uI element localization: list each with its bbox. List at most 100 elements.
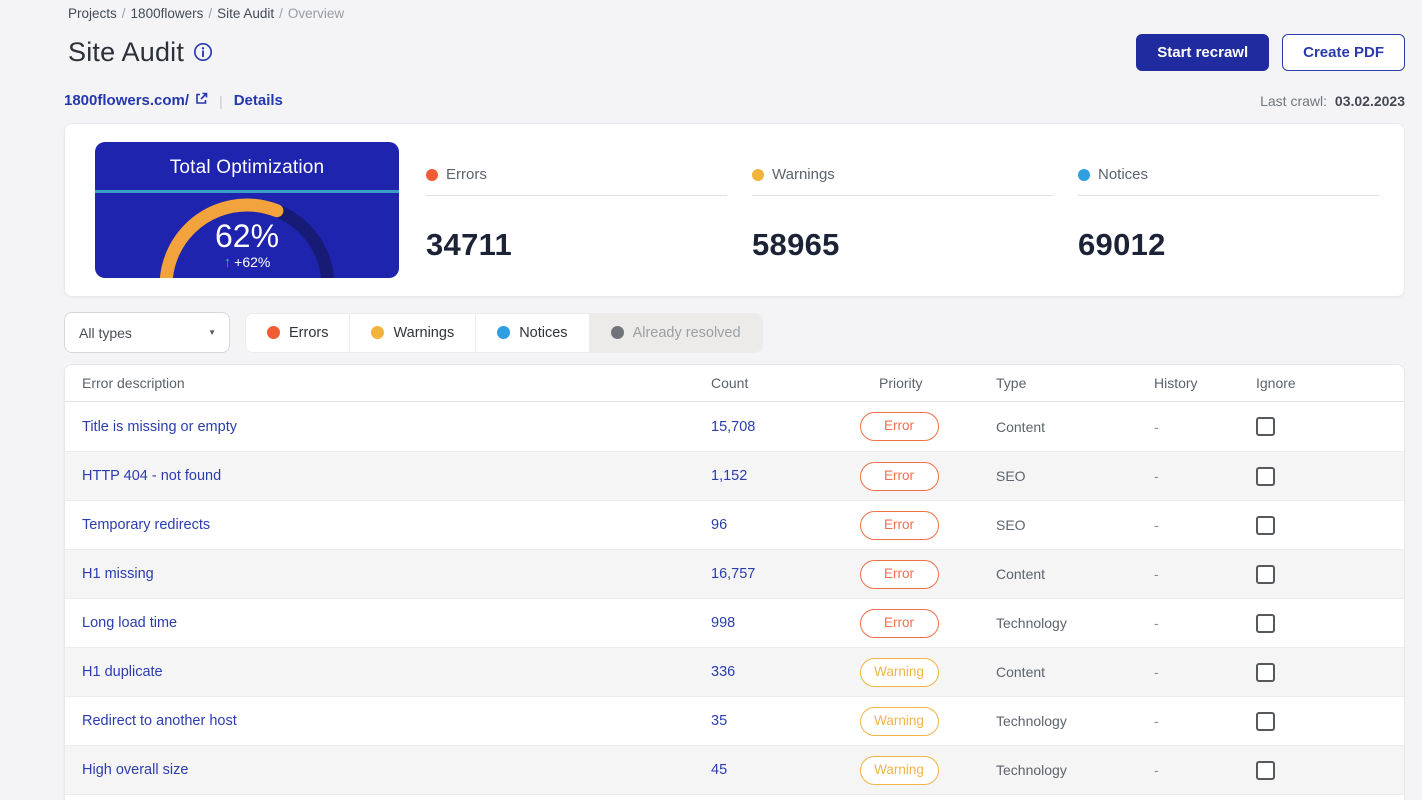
title-actions: Start recrawl Create PDF xyxy=(1136,33,1405,71)
ignore-checkbox[interactable] xyxy=(1256,417,1275,436)
ignore-checkbox[interactable] xyxy=(1256,515,1275,535)
history-cell: - xyxy=(1154,418,1159,435)
count-link[interactable]: 16,757 xyxy=(711,566,755,582)
pipe-separator: | xyxy=(219,92,223,109)
history-cell: - xyxy=(1154,517,1159,533)
count-link[interactable]: 998 xyxy=(711,615,735,631)
title-row: Site Audit Start recrawl Create PDF xyxy=(68,32,1405,72)
summary-card: Total Optimization 62% ↑ +62% Errors 3471… xyxy=(64,123,1405,297)
count-link[interactable]: 96 xyxy=(711,517,727,533)
external-link-icon xyxy=(195,92,208,109)
error-description-link[interactable]: Temporary redirects xyxy=(82,517,210,533)
gauge-change-value: +62% xyxy=(234,254,271,270)
type-cell: Content xyxy=(996,566,1046,582)
last-crawl: Last crawl: 03.02.2023 xyxy=(1260,93,1405,109)
table-row: H1 missing 16,757 Error Content - xyxy=(65,549,1404,598)
history-cell: - xyxy=(1154,468,1159,484)
issues-table: Error description Count Priority Type Hi… xyxy=(64,364,1405,800)
type-cell: SEO xyxy=(996,468,1026,484)
count-link[interactable]: 45 xyxy=(711,762,727,778)
table-row: High overall size 45 Warning Technology … xyxy=(65,745,1404,794)
errors-dot-icon xyxy=(426,168,438,181)
ignore-checkbox[interactable] xyxy=(1256,711,1275,731)
filter-row: All types ▼ Errors Warnings Notices Alre… xyxy=(64,312,1405,353)
error-description-link[interactable]: High overall size xyxy=(82,762,188,778)
ignore-checkbox[interactable] xyxy=(1256,613,1275,633)
ignore-checkbox[interactable] xyxy=(1256,564,1275,584)
error-description-link[interactable]: Title is missing or empty xyxy=(82,419,237,435)
priority-badge: Warning xyxy=(859,755,939,785)
status-tabs: Errors Warnings Notices Already resolved xyxy=(245,312,763,353)
error-description-link[interactable]: HTTP 404 - not found xyxy=(82,468,221,484)
count-link[interactable]: 15,708 xyxy=(711,419,755,435)
breadcrumb-projects[interactable]: Projects xyxy=(68,6,117,21)
table-row: HTTP 404 - not found 1,152 Error SEO - xyxy=(65,451,1404,500)
chevron-down-icon: ▼ xyxy=(208,328,216,337)
history-cell: - xyxy=(1154,664,1159,680)
table-row: Long load time 998 Error Technology - xyxy=(65,598,1404,647)
type-cell: SEO xyxy=(996,517,1026,533)
count-link[interactable]: 35 xyxy=(711,713,727,729)
resolved-dot-icon xyxy=(610,326,624,339)
table-body: Title is missing or empty 15,708 Error C… xyxy=(65,402,1404,800)
table-row: H1 duplicate 336 Warning Content - xyxy=(65,647,1404,696)
up-arrow-icon: ↑ xyxy=(223,254,232,271)
col-header-type: Type xyxy=(996,375,1027,391)
breadcrumb: Projects / 1800flowers / Site Audit / Overview xyxy=(68,0,1405,21)
type-cell: Technology xyxy=(996,762,1067,778)
table-row: Warning xyxy=(65,794,1404,800)
tab-label: Errors xyxy=(289,324,329,341)
notices-dot-icon xyxy=(1078,168,1090,181)
error-description-link[interactable]: H1 missing xyxy=(82,566,154,582)
domain-label: 1800flowers.com/ xyxy=(64,92,190,109)
error-description-link[interactable]: H1 duplicate xyxy=(82,664,163,680)
priority-badge: Error xyxy=(859,510,939,540)
tab-warnings[interactable]: Warnings xyxy=(349,313,476,352)
priority-badge: Error xyxy=(859,608,939,638)
priority-badge: Error xyxy=(859,559,939,589)
history-cell: - xyxy=(1154,615,1159,631)
col-header-description: Error description xyxy=(82,375,185,391)
breadcrumb-separator: / xyxy=(121,6,126,21)
tab-errors[interactable]: Errors xyxy=(246,313,350,352)
breadcrumb-current: Overview xyxy=(287,6,345,21)
stat-errors: Errors 34711 xyxy=(426,166,727,296)
last-crawl-date: 03.02.2023 xyxy=(1334,92,1405,109)
count-link[interactable]: 1,152 xyxy=(711,468,747,484)
ignore-checkbox[interactable] xyxy=(1256,760,1275,780)
info-icon[interactable] xyxy=(193,42,213,62)
history-cell: - xyxy=(1154,566,1159,582)
stat-label: Errors xyxy=(446,166,487,183)
page-title: Site Audit xyxy=(68,36,185,67)
col-header-history: History xyxy=(1154,375,1198,391)
tab-notices[interactable]: Notices xyxy=(475,313,589,352)
ignore-checkbox[interactable] xyxy=(1256,662,1275,682)
count-link[interactable]: 336 xyxy=(711,664,735,680)
tab-already-resolved[interactable]: Already resolved xyxy=(588,313,762,352)
stat-label: Notices xyxy=(1098,166,1149,183)
create-pdf-button[interactable]: Create PDF xyxy=(1282,33,1405,71)
breadcrumb-site-audit[interactable]: Site Audit xyxy=(217,6,274,21)
domain-link[interactable]: 1800flowers.com/ xyxy=(64,92,208,109)
priority-badge: Error xyxy=(859,461,939,491)
table-row: Redirect to another host 35 Warning Tech… xyxy=(65,696,1404,745)
breadcrumb-project[interactable]: 1800flowers xyxy=(131,6,204,21)
type-filter-select[interactable]: All types ▼ xyxy=(64,312,230,353)
type-cell: Content xyxy=(996,664,1046,680)
breadcrumb-separator: / xyxy=(208,6,213,21)
table-row: Temporary redirects 96 Error SEO - xyxy=(65,500,1404,549)
tab-label: Notices xyxy=(519,324,568,341)
type-filter-value: All types xyxy=(79,324,132,341)
type-cell: Technology xyxy=(996,615,1067,631)
site-row: 1800flowers.com/ | Details Last crawl: 0… xyxy=(64,92,1405,109)
ignore-checkbox[interactable] xyxy=(1256,466,1275,486)
stat-label: Warnings xyxy=(772,166,835,183)
details-link[interactable]: Details xyxy=(234,92,283,109)
error-description-link[interactable]: Long load time xyxy=(82,615,177,631)
error-description-link[interactable]: Redirect to another host xyxy=(82,713,237,729)
start-recrawl-button[interactable]: Start recrawl xyxy=(1136,33,1270,71)
warnings-count: 58965 xyxy=(752,227,840,262)
gauge-divider xyxy=(95,190,399,193)
type-cell: Content xyxy=(996,418,1046,435)
tab-label: Already resolved xyxy=(632,324,741,341)
